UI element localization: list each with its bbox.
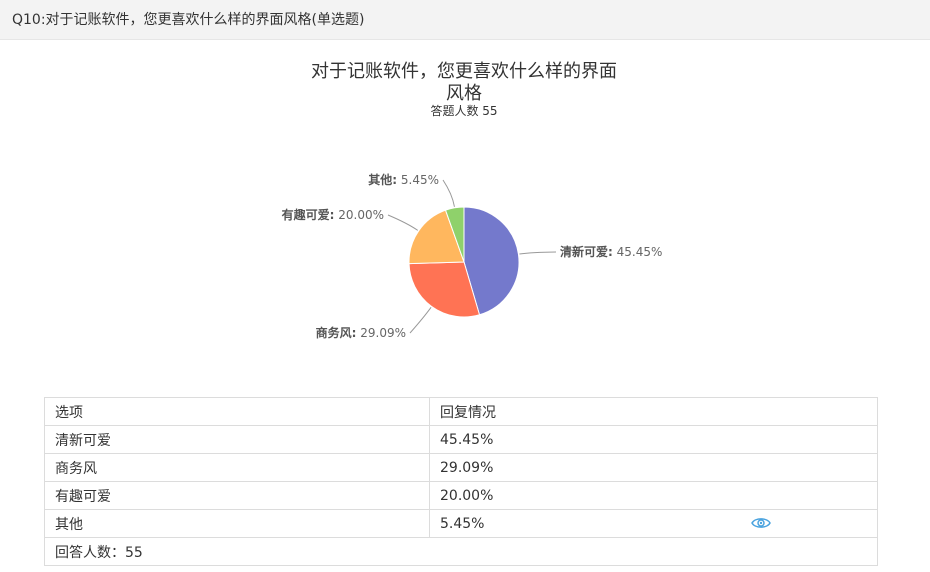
pie-data-label: 商务风: 29.09% xyxy=(316,325,406,340)
survey-result-page: Q10:对于记账软件，您更喜欢什么样的界面风格(单选题) 对于记账软件，您更喜欢… xyxy=(0,0,930,572)
pie-label-name: 商务风: xyxy=(316,325,357,340)
table-row: 商务风 29.09% xyxy=(44,453,878,482)
table-cell-value: 20.00% xyxy=(429,481,878,510)
pie-label-name: 清新可爱: xyxy=(560,244,613,259)
pie-slices xyxy=(408,206,520,318)
chart-title-line1: 对于记账软件，您更喜欢什么样的界面 xyxy=(311,61,617,82)
table-cell-option: 清新可爱 xyxy=(44,425,430,454)
table-cell-value: 45.45% xyxy=(429,425,878,454)
respondent-count: 回答人数：55 xyxy=(44,537,878,566)
pie-label-value: 20.00% xyxy=(334,208,384,222)
question-title-bar: Q10:对于记账软件，您更喜欢什么样的界面风格(单选题) xyxy=(0,0,930,40)
table-row: 清新可爱 45.45% xyxy=(44,425,878,454)
pie-chart: 对于记账软件，您更喜欢什么样的界面 风格 答题人数 55 清新可爱: 45.45… xyxy=(282,61,663,340)
table-header-option: 选项 xyxy=(44,397,430,426)
table-cell-value: 29.09% xyxy=(429,453,878,482)
pie-label-name: 有趣可爱: xyxy=(282,207,335,222)
pie-label-value: 29.09% xyxy=(356,326,406,340)
table-footer-row: 回答人数：55 xyxy=(44,537,878,566)
table-row: 有趣可爱 20.00% xyxy=(44,481,878,510)
pie-leader-line xyxy=(442,179,455,207)
pie-data-label: 清新可爱: 45.45% xyxy=(560,244,662,259)
table-cell-value-with-icon: 5.45% xyxy=(429,509,878,538)
table-cell-option: 其他 xyxy=(44,509,430,538)
pie-leader-line xyxy=(519,251,557,255)
eye-icon[interactable] xyxy=(751,516,771,530)
pie-label-value: 5.45% xyxy=(397,173,439,187)
pie-leader-line xyxy=(409,307,432,334)
pie-label-name: 其他: xyxy=(368,172,397,187)
table-row: 其他 5.45% xyxy=(44,509,878,538)
chart-subtitle: 答题人数 55 xyxy=(430,103,497,118)
table-cell-option: 有趣可爱 xyxy=(44,481,430,510)
pie-label-value: 45.45% xyxy=(613,245,663,259)
question-title: Q10:对于记账软件，您更喜欢什么样的界面风格(单选题) xyxy=(12,12,365,28)
pie-leader-line xyxy=(387,214,419,231)
pie-data-label: 有趣可爱: 20.00% xyxy=(282,207,384,222)
table-cell-option: 商务风 xyxy=(44,453,430,482)
table-cell-value: 5.45% xyxy=(440,515,485,532)
chart-title-line2: 风格 xyxy=(446,83,482,104)
table-header-reply: 回复情况 xyxy=(429,397,878,426)
pie-data-label: 其他: 5.45% xyxy=(368,172,439,187)
result-table: 选项 回复情况 清新可爱 45.45% 商务风 29.09% 有趣可爱 20.0… xyxy=(44,397,878,566)
table-header-row: 选项 回复情况 xyxy=(44,397,878,426)
